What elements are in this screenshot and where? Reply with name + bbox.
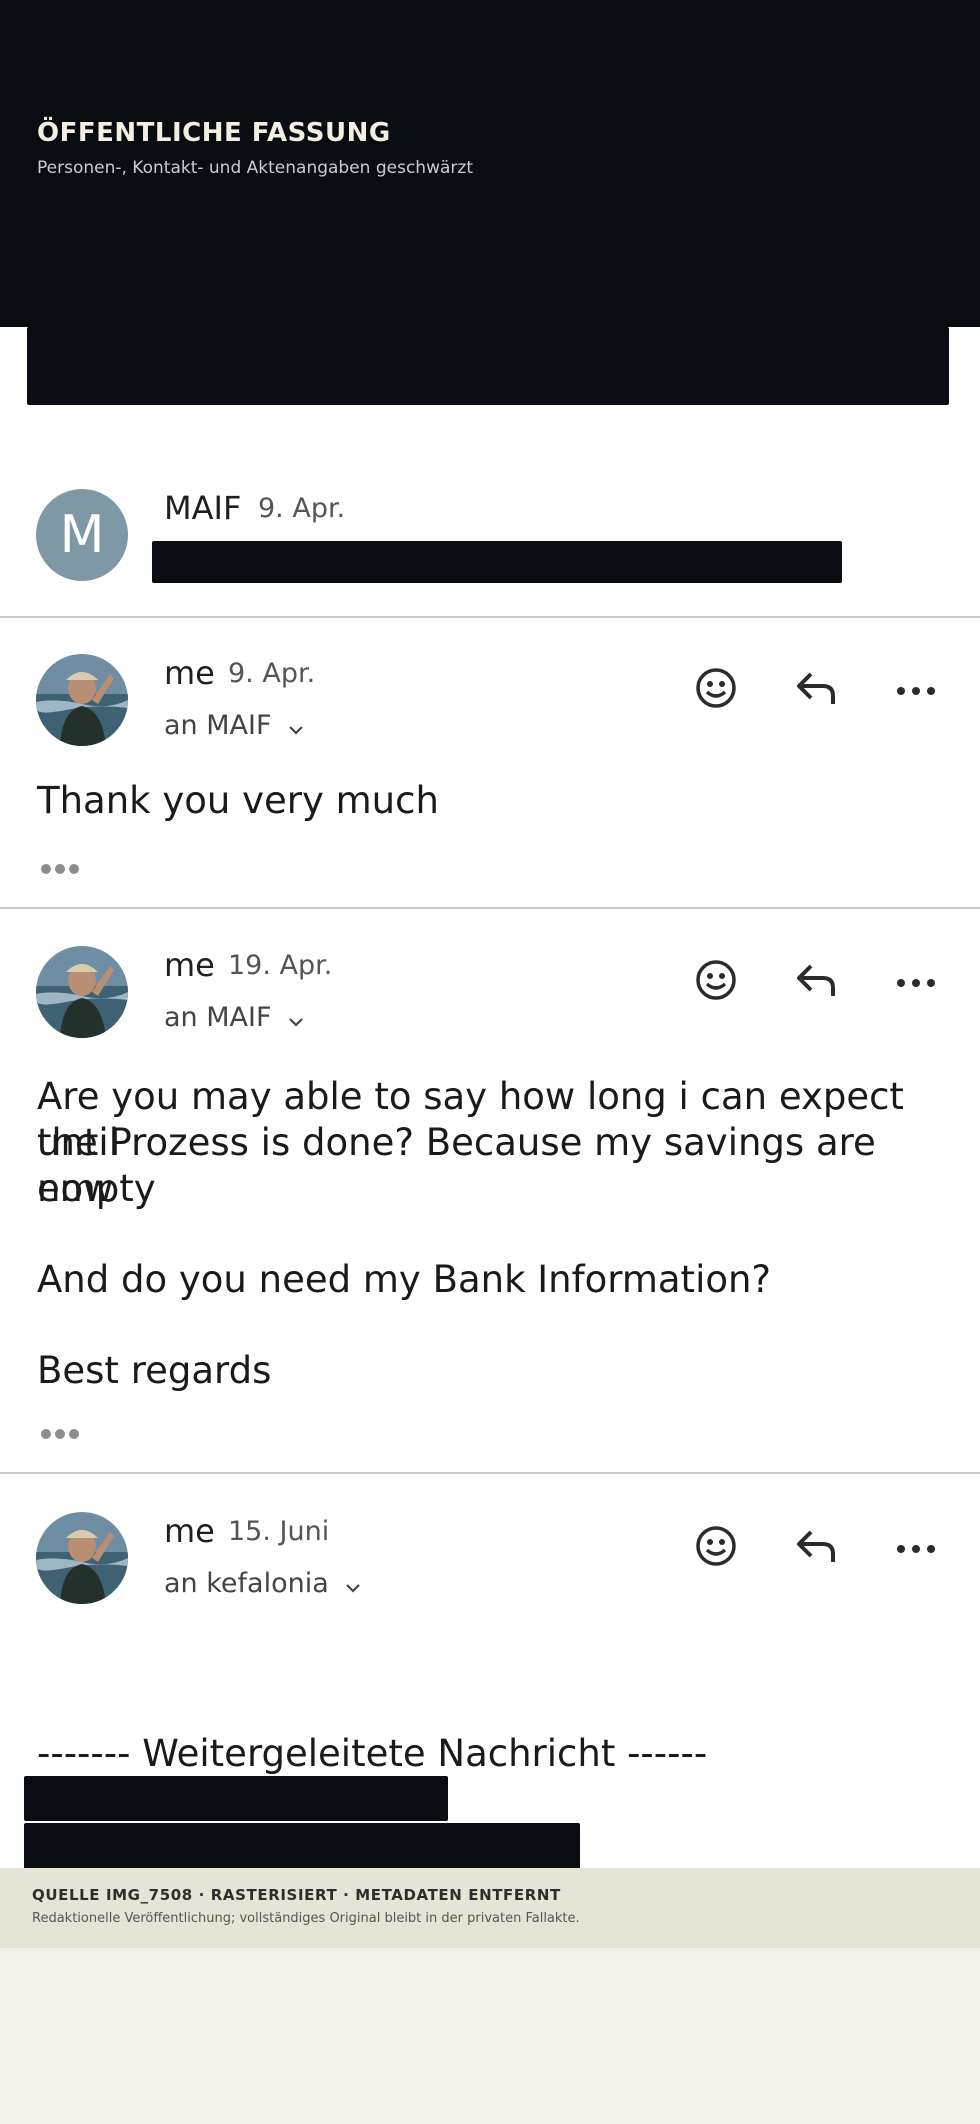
avatar [36, 1512, 128, 1604]
header-subtitle: Personen-, Kontakt- und Aktenangaben ges… [37, 158, 473, 178]
recipient-toggle[interactable]: an MAIF [164, 710, 304, 742]
source-footer: QUELLE IMG_7508 · RASTERISIERT · METADAT… [0, 1868, 980, 1948]
avatar [36, 946, 128, 1038]
reply-button[interactable] [786, 952, 846, 1012]
sender-name: MAIF [164, 489, 242, 527]
sender-name: me [164, 1512, 215, 1550]
message-body-line: now [37, 1167, 114, 1210]
smiley-icon [695, 667, 737, 713]
more-icon [896, 1539, 936, 1558]
reply-icon [793, 960, 839, 1004]
divider [0, 616, 980, 618]
divider [0, 907, 980, 909]
chevron-down-icon [345, 1569, 361, 1600]
more-icon [896, 681, 936, 700]
reply-icon [793, 1526, 839, 1570]
message-body-line: And do you need my Bank Information? [37, 1258, 772, 1301]
more-button[interactable] [886, 1518, 946, 1578]
smiley-icon [695, 959, 737, 1005]
react-button[interactable] [686, 952, 746, 1012]
divider [0, 1472, 980, 1474]
redaction-bar [24, 1823, 580, 1868]
ellipsis-icon[interactable] [40, 1425, 80, 1439]
forwarded-header: ------- Weitergeleitete Nachricht ------ [37, 1732, 708, 1775]
email-thread: M MAIF 9. Apr. me 9. Apr. an MAIF Thank … [0, 327, 980, 1868]
smiley-icon [695, 1525, 737, 1571]
more-icon [896, 973, 936, 992]
avatar: M [36, 489, 128, 581]
message-body: Thank you very much [37, 779, 439, 822]
sender-name: me [164, 654, 215, 692]
message-date: 15. Juni [228, 1516, 330, 1547]
react-button[interactable] [686, 660, 746, 720]
header-title: ÖFFENTLICHE FASSUNG [37, 118, 391, 148]
message-date: 9. Apr. [228, 658, 316, 689]
recipient-toggle[interactable]: an kefalonia [164, 1568, 361, 1600]
message-body-line: Best regards [37, 1349, 272, 1392]
chevron-down-icon [288, 711, 304, 742]
recipient-label: an MAIF [164, 710, 272, 741]
footer-subtitle: Redaktionelle Veröffentlichung; vollstän… [32, 1911, 580, 1926]
redaction-bar [24, 1776, 448, 1821]
more-button[interactable] [886, 952, 946, 1012]
recipient-toggle[interactable]: an MAIF [164, 1002, 304, 1034]
sender-name: me [164, 946, 215, 984]
redaction-bar [152, 541, 842, 583]
redaction-bar [27, 327, 949, 405]
footer-title: QUELLE IMG_7508 · RASTERISIERT · METADAT… [32, 1886, 561, 1904]
message-date: 19. Apr. [228, 950, 333, 981]
recipient-label: an kefalonia [164, 1568, 329, 1599]
react-button[interactable] [686, 1518, 746, 1578]
recipient-label: an MAIF [164, 1002, 272, 1033]
reply-icon [793, 668, 839, 712]
redaction-header: ÖFFENTLICHE FASSUNG Personen-, Kontakt- … [0, 0, 980, 327]
reply-button[interactable] [786, 660, 846, 720]
chevron-down-icon [288, 1003, 304, 1034]
reply-button[interactable] [786, 1518, 846, 1578]
message-date: 9. Apr. [258, 493, 346, 524]
more-button[interactable] [886, 660, 946, 720]
avatar [36, 654, 128, 746]
ellipsis-icon[interactable] [40, 860, 80, 874]
